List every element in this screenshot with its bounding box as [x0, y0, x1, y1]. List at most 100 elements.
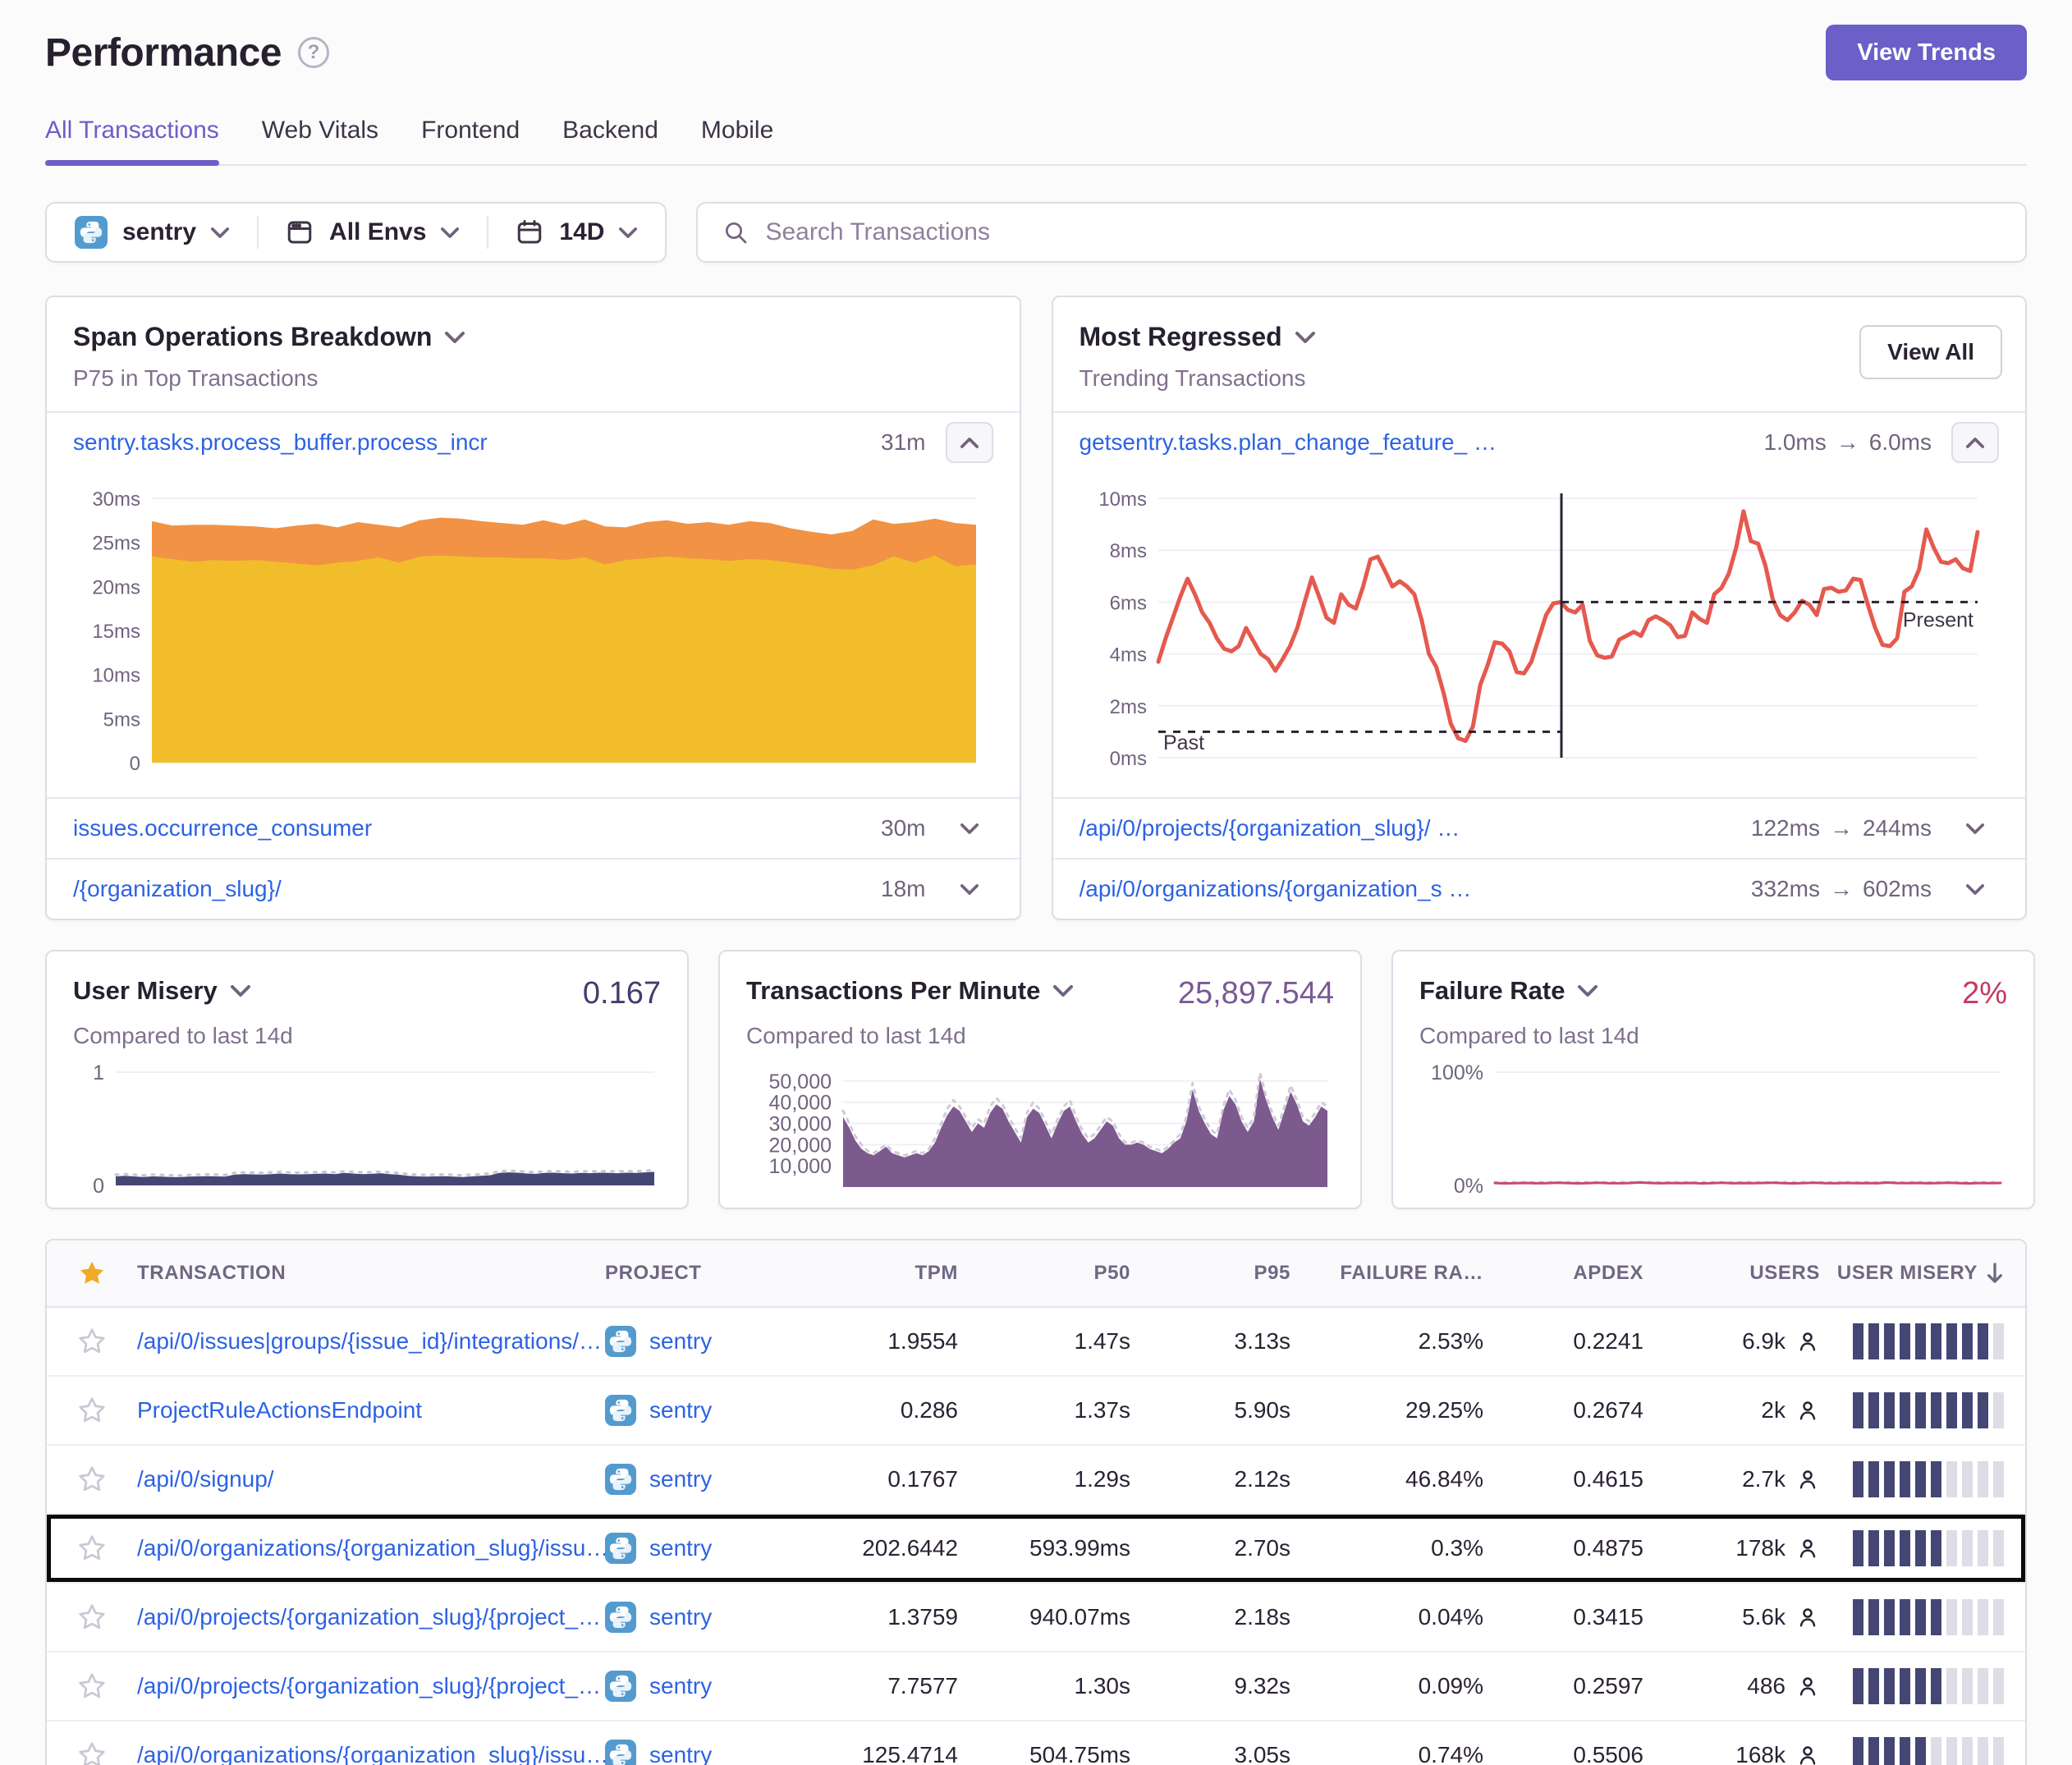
regressed-transaction-link[interactable]: /api/0/organizations/{organization_s … — [1080, 876, 1472, 902]
transaction-link[interactable]: /api/0/organizations/{organization_slug}… — [137, 1535, 608, 1561]
collapse-button[interactable] — [1951, 422, 1999, 463]
user-misery-dropdown[interactable]: User Misery — [73, 976, 250, 1006]
table-row[interactable]: /api/0/projects/{organization_slug}/{pro… — [47, 1584, 2025, 1653]
column-header-p50[interactable]: P50 — [958, 1262, 1130, 1285]
starred-column-header[interactable] — [47, 1258, 137, 1288]
column-header-failure-rate[interactable]: FAILURE RA… — [1290, 1262, 1483, 1285]
transactions-table: TRANSACTION PROJECT TPM P50 P95 FAILURE … — [45, 1239, 2027, 1765]
python-project-icon — [605, 1464, 636, 1495]
p95-cell: 9.32s — [1130, 1673, 1290, 1699]
table-row[interactable]: /api/0/organizations/{organization_slug}… — [47, 1515, 2025, 1584]
user-misery-value: 0.167 — [583, 976, 661, 1011]
svg-text:0%: 0% — [1454, 1175, 1483, 1198]
favorite-star-button[interactable] — [47, 1533, 137, 1563]
transaction-link[interactable]: /api/0/issues|groups/{issue_id}/integrat… — [137, 1328, 602, 1354]
view-trends-button[interactable]: View Trends — [1826, 25, 2027, 80]
table-header-row: TRANSACTION PROJECT TPM P50 P95 FAILURE … — [47, 1240, 2025, 1308]
apdex-cell: 0.2597 — [1483, 1673, 1643, 1699]
svg-text:1: 1 — [93, 1061, 104, 1084]
mini-title: User Misery — [73, 976, 218, 1006]
page-title: Performance — [45, 30, 282, 76]
python-project-icon — [75, 216, 108, 249]
favorite-star-button[interactable] — [47, 1740, 137, 1765]
user-misery-bars — [1853, 1461, 2004, 1497]
expand-button[interactable] — [946, 823, 993, 834]
chevron-down-icon — [1966, 884, 1984, 895]
regressed-transaction-link[interactable]: getsentry.tasks.plan_change_feature_ … — [1080, 429, 1497, 456]
table-row[interactable]: /api/0/organizations/{organization_slug}… — [47, 1721, 2025, 1765]
favorite-star-button[interactable] — [47, 1396, 137, 1425]
transaction-link[interactable]: ProjectRuleActionsEndpoint — [137, 1397, 422, 1423]
project-link[interactable]: sentry — [649, 1466, 712, 1492]
favorite-star-button[interactable] — [47, 1602, 137, 1632]
chevron-up-icon — [960, 438, 979, 448]
p50-cell: 940.07ms — [958, 1604, 1130, 1630]
apdex-cell: 0.4875 — [1483, 1535, 1643, 1561]
p50-cell: 1.30s — [958, 1673, 1130, 1699]
project-link[interactable]: sentry — [649, 1742, 712, 1765]
date-range-selector[interactable]: 14D — [487, 204, 665, 261]
project-link[interactable]: sentry — [649, 1328, 712, 1355]
svg-text:10ms: 10ms — [1098, 488, 1147, 511]
tab-backend[interactable]: Backend — [562, 117, 658, 164]
project-link[interactable]: sentry — [649, 1604, 712, 1630]
user-misery-chart: 10 — [73, 1061, 661, 1205]
tab-all-transactions[interactable]: All Transactions — [45, 117, 219, 164]
transaction-link[interactable]: /api/0/signup/ — [137, 1466, 274, 1492]
search-input[interactable] — [765, 218, 2001, 246]
project-link[interactable]: sentry — [649, 1673, 712, 1699]
help-icon[interactable] — [298, 37, 329, 68]
view-all-button[interactable]: View All — [1859, 325, 2002, 379]
regressed-transaction-link[interactable]: /api/0/projects/{organization_slug}/ … — [1080, 815, 1460, 841]
expand-button[interactable] — [1951, 823, 1999, 834]
transaction-link[interactable]: /api/0/projects/{organization_slug}/{pro… — [137, 1604, 601, 1630]
transaction-link[interactable]: /api/0/organizations/{organization_slug}… — [137, 1742, 608, 1765]
failure-rate-dropdown[interactable]: Failure Rate — [1419, 976, 1598, 1006]
span-op-link[interactable]: sentry.tasks.process_buffer.process_incr — [73, 429, 488, 456]
mini-title: Failure Rate — [1419, 976, 1565, 1006]
environment-selector[interactable]: All Envs — [257, 204, 487, 261]
favorite-star-button[interactable] — [47, 1327, 137, 1356]
project-link[interactable]: sentry — [649, 1535, 712, 1561]
expand-button[interactable] — [946, 884, 993, 895]
tab-frontend[interactable]: Frontend — [421, 117, 520, 164]
span-ops-title-dropdown[interactable]: Span Operations Breakdown — [73, 322, 993, 352]
table-row[interactable]: /api/0/projects/{organization_slug}/{pro… — [47, 1653, 2025, 1721]
tab-mobile[interactable]: Mobile — [701, 117, 773, 164]
span-op-link[interactable]: /{organization_slug}/ — [73, 876, 282, 902]
table-row[interactable]: ProjectRuleActionsEndpoint sentry 0.286 … — [47, 1377, 2025, 1446]
project-link[interactable]: sentry — [649, 1397, 712, 1423]
collapse-button[interactable] — [946, 422, 993, 463]
span-op-duration: 30m — [881, 815, 925, 841]
regressed-row: /api/0/organizations/{organization_s … 3… — [1053, 858, 2026, 919]
chevron-down-icon — [1578, 985, 1598, 997]
favorite-star-button[interactable] — [47, 1671, 137, 1701]
date-range-selector-label: 14D — [559, 218, 604, 246]
tpm-dropdown[interactable]: Transactions Per Minute — [746, 976, 1073, 1006]
table-row[interactable]: /api/0/issues|groups/{issue_id}/integrat… — [47, 1308, 2025, 1377]
span-op-link[interactable]: issues.occurrence_consumer — [73, 815, 372, 841]
column-header-tpm[interactable]: TPM — [810, 1262, 958, 1285]
column-header-user-misery[interactable]: USER MISERY — [1820, 1262, 2025, 1285]
tpm-cell: 202.6442 — [810, 1535, 958, 1561]
users-cell: 2.7k — [1643, 1466, 1820, 1492]
apdex-cell: 0.5506 — [1483, 1742, 1643, 1765]
column-header-users[interactable]: USERS — [1643, 1262, 1820, 1285]
python-project-icon — [605, 1395, 636, 1426]
p95-cell: 3.13s — [1130, 1328, 1290, 1355]
table-row[interactable]: /api/0/signup/ sentry 0.1767 1.29s 2.12s… — [47, 1446, 2025, 1515]
p50-cell: 1.29s — [958, 1466, 1130, 1492]
column-header-p95[interactable]: P95 — [1130, 1262, 1290, 1285]
column-header-apdex[interactable]: APDEX — [1483, 1262, 1643, 1285]
tab-web-vitals[interactable]: Web Vitals — [262, 117, 378, 164]
tpm-chart: 10,00020,00030,00040,00050,000 — [746, 1061, 1334, 1205]
favorite-star-button[interactable] — [47, 1465, 137, 1494]
project-selector[interactable]: sentry — [47, 204, 257, 261]
svg-text:20,000: 20,000 — [769, 1134, 832, 1157]
transaction-link[interactable]: /api/0/projects/{organization_slug}/{pro… — [137, 1673, 601, 1699]
panel-title: Span Operations Breakdown — [73, 322, 432, 352]
column-header-project[interactable]: PROJECT — [605, 1262, 810, 1285]
tpm-cell: 7.7577 — [810, 1673, 958, 1699]
expand-button[interactable] — [1951, 884, 1999, 895]
column-header-transaction[interactable]: TRANSACTION — [137, 1262, 605, 1285]
